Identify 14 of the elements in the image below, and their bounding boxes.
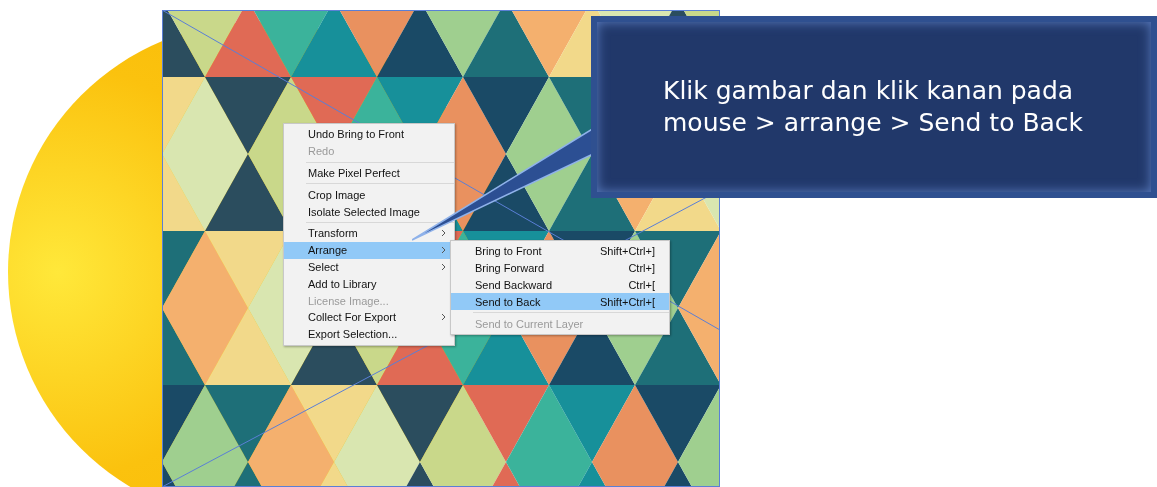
menu-item[interactable]: Undo Bring to Front — [284, 126, 454, 143]
callout-text: Klik gambar dan klik kanan pada mouse > arrange > Send to Back — [663, 74, 1085, 139]
menu-item[interactable]: Isolate Selected Image — [284, 203, 454, 220]
menu-item[interactable]: Bring Forward Ctrl+] — [451, 259, 669, 277]
menu-item[interactable]: Bring to Front Shift+Ctrl+] — [451, 243, 669, 260]
menu-item[interactable]: Select — [284, 258, 454, 276]
menu-item[interactable]: Add to Library — [284, 275, 454, 293]
menu-item[interactable]: Transform — [284, 225, 454, 242]
menu-item[interactable]: Export Selection... — [284, 325, 454, 343]
menu-item[interactable]: Send to Back Shift+Ctrl+[ — [451, 293, 669, 311]
menu-item[interactable]: Make Pixel Perfect — [284, 164, 454, 182]
menu-item[interactable]: Crop Image — [284, 186, 454, 204]
menu-item[interactable]: Collect For Export — [284, 308, 454, 326]
menu-item[interactable]: Send Backward Ctrl+[ — [451, 276, 669, 294]
